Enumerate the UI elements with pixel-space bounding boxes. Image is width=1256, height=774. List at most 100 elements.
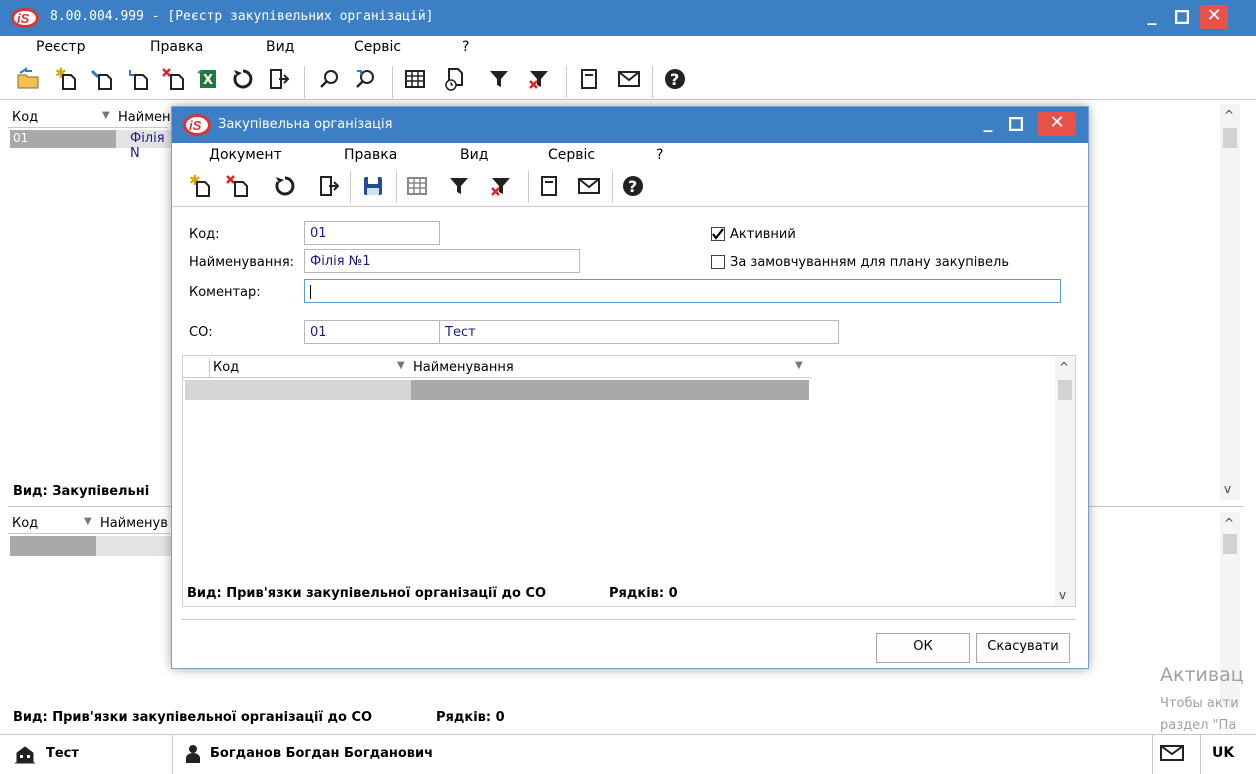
open-folder-icon[interactable] — [14, 64, 44, 94]
dialog-menu-view[interactable]: Вид — [460, 147, 488, 163]
status-organization[interactable]: Тест — [46, 746, 79, 761]
dialog-grid-scrollbar[interactable]: ^ v — [1055, 356, 1075, 606]
dialog-menu-edit[interactable]: Правка — [344, 147, 397, 163]
grid1-scrollbar[interactable]: ^ v — [1220, 104, 1240, 500]
sort-arrow-icon[interactable]: ▼ — [102, 110, 110, 121]
mail-icon[interactable] — [614, 64, 644, 94]
menu-service[interactable]: Сервіс — [354, 39, 401, 55]
building-icon — [14, 744, 36, 768]
status-user[interactable]: Богданов Богдан Богданович — [210, 746, 433, 761]
exit-icon[interactable] — [314, 171, 344, 201]
scroll-down-icon[interactable]: v — [1059, 588, 1066, 602]
grid2-row-code[interactable] — [10, 536, 96, 556]
sort-arrow-icon[interactable]: ▼ — [795, 360, 803, 371]
co-name-field[interactable]: Тест — [439, 320, 839, 344]
help-icon[interactable]: ? — [660, 64, 690, 94]
grid2-view-label: Вид: Прив'язки закупівельної організації… — [13, 710, 373, 725]
dialog-title-bar: iS Закупівельна організація _ ✕ — [172, 107, 1088, 143]
menu-registry[interactable]: Реєстр — [36, 39, 85, 55]
sort-arrow-icon[interactable]: ▼ — [84, 516, 92, 527]
new-document-icon[interactable]: ✱ — [186, 171, 216, 201]
dialog-title: Закупівельна організація — [218, 117, 393, 132]
minimize-icon[interactable]: _ — [974, 112, 1002, 136]
dialog-grid: Код ▼ Найменування ▼ ^ v Вид: Прив'язки … — [182, 355, 1076, 607]
default-plan-label[interactable]: За замовчуванням для плану закупівель — [730, 255, 1009, 270]
ok-button[interactable]: ОК — [876, 633, 970, 663]
dialog-menu-service[interactable]: Сервіс — [548, 147, 595, 163]
language-indicator[interactable]: UK — [1212, 745, 1234, 761]
history-icon[interactable] — [440, 64, 470, 94]
edit-document-icon[interactable] — [88, 64, 118, 94]
menu-help[interactable]: ? — [462, 39, 469, 55]
help-icon[interactable]: ? — [618, 171, 648, 201]
active-label[interactable]: Активний — [730, 227, 796, 242]
grid2-col-code[interactable]: Код — [12, 516, 38, 531]
purchasing-organization-dialog: iS Закупівельна організація _ ✕ Документ… — [171, 106, 1089, 669]
activation-watermark: Активац — [1160, 664, 1244, 686]
activation-watermark-line2: Чтобы акти — [1160, 696, 1239, 711]
maximize-icon[interactable] — [1168, 5, 1196, 29]
co-code-field[interactable]: 01 — [304, 320, 440, 344]
scroll-up-icon[interactable]: ^ — [1224, 516, 1234, 530]
activation-watermark-line3: раздел "Па — [1160, 718, 1237, 733]
new-document-icon[interactable]: ✱ — [52, 64, 82, 94]
columns-grid-icon[interactable] — [400, 64, 430, 94]
comment-field[interactable] — [304, 279, 1061, 303]
copy-document-icon[interactable] — [124, 64, 154, 94]
status-bar: Тест Богданов Богдан Богданович UK — [0, 734, 1256, 774]
delete-document-icon[interactable] — [224, 171, 254, 201]
svg-text:iS: iS — [17, 11, 30, 26]
mail-icon[interactable] — [1158, 741, 1186, 769]
comment-label: Коментар: — [189, 285, 261, 300]
grid2-col-name[interactable]: Найменув — [100, 516, 168, 531]
dialog-grid-row-code[interactable] — [185, 380, 411, 400]
minimize-icon[interactable]: _ — [1138, 5, 1166, 29]
save-icon[interactable] — [358, 171, 388, 201]
close-icon[interactable]: ✕ — [1038, 112, 1076, 136]
user-icon — [184, 744, 202, 768]
columns-grid-icon[interactable] — [402, 171, 432, 201]
grid2-header: Код ▼ Найменув — [8, 514, 170, 534]
filter-icon[interactable] — [444, 171, 474, 201]
main-menu-bar: Реєстр Правка Вид Сервіс ? — [0, 36, 1256, 58]
code-field[interactable]: 01 — [304, 221, 440, 245]
window-title: 8.00.004.999 - [Реєстр закупівельних орг… — [50, 9, 434, 24]
search-icon[interactable] — [314, 64, 344, 94]
menu-view[interactable]: Вид — [266, 39, 294, 55]
dialog-menu-help[interactable]: ? — [656, 147, 663, 163]
delete-document-icon[interactable] — [160, 64, 190, 94]
default-plan-checkbox[interactable] — [711, 255, 725, 269]
grid1-row-code[interactable]: 01 — [10, 130, 116, 148]
dialog-grid-row-name[interactable] — [411, 380, 809, 400]
scroll-down-icon[interactable]: v — [1224, 482, 1231, 496]
dialog-menu-document[interactable]: Документ — [209, 147, 282, 163]
clear-filter-icon[interactable] — [486, 171, 516, 201]
scroll-up-icon[interactable]: ^ — [1059, 360, 1069, 374]
co-label: СО: — [189, 325, 213, 340]
search-next-icon[interactable] — [350, 64, 380, 94]
mail-icon[interactable] — [574, 171, 604, 201]
svg-text:iS: iS — [189, 118, 202, 133]
sort-arrow-icon[interactable]: ▼ — [397, 360, 405, 371]
clear-filter-icon[interactable] — [524, 64, 554, 94]
active-checkbox[interactable] — [711, 227, 725, 241]
grid1-col-name[interactable]: Наймен — [118, 110, 171, 125]
scroll-up-icon[interactable]: ^ — [1224, 108, 1234, 122]
dialog-grid-col-code[interactable]: Код — [213, 360, 239, 375]
refresh-icon[interactable] — [270, 171, 300, 201]
dialog-grid-col-name[interactable]: Найменування — [413, 360, 514, 375]
document-icon[interactable] — [574, 64, 604, 94]
cancel-button[interactable]: Скасувати — [976, 633, 1070, 663]
grid1-col-code[interactable]: Код — [12, 110, 38, 125]
maximize-icon[interactable] — [1002, 112, 1030, 136]
filter-icon[interactable] — [484, 64, 514, 94]
refresh-icon[interactable] — [228, 64, 258, 94]
excel-export-icon[interactable]: X — [194, 64, 224, 94]
grid2-row-name[interactable] — [96, 536, 172, 556]
close-icon[interactable]: ✕ — [1200, 5, 1228, 29]
exit-icon[interactable] — [264, 64, 294, 94]
name-field[interactable]: Філія №1 — [304, 249, 580, 273]
document-icon[interactable] — [534, 171, 564, 201]
menu-edit[interactable]: Правка — [150, 39, 203, 55]
grid1-row-name[interactable]: Філія N — [116, 130, 172, 161]
